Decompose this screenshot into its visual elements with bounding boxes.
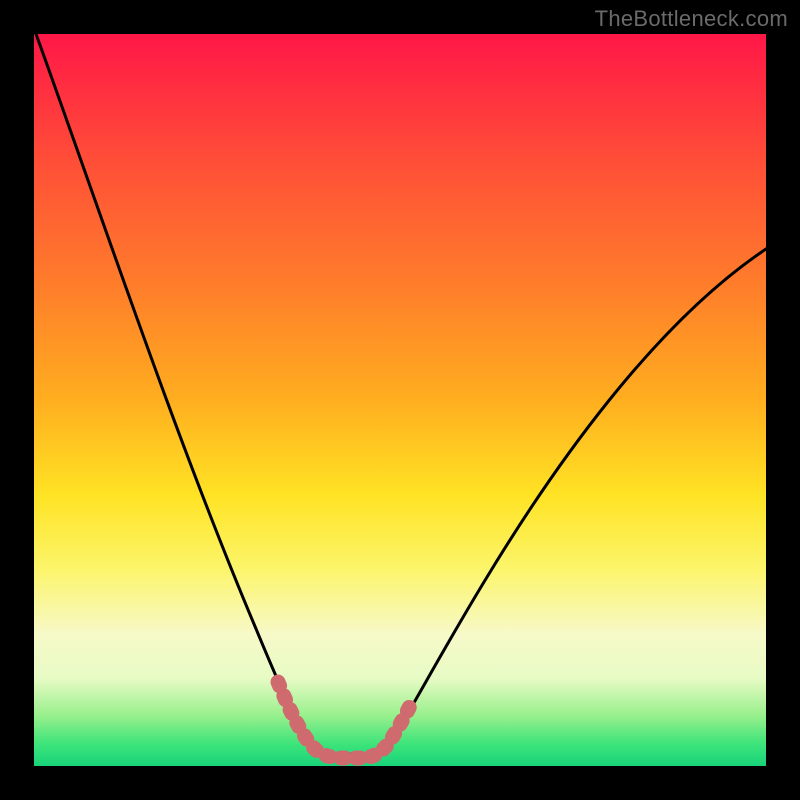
chart-svg <box>34 34 766 766</box>
optimal-range-highlight <box>278 682 412 758</box>
watermark-text: TheBottleneck.com <box>595 6 788 32</box>
chart-frame: TheBottleneck.com <box>0 0 800 800</box>
chart-plot-area <box>34 34 766 766</box>
bottleneck-curve <box>36 34 766 754</box>
